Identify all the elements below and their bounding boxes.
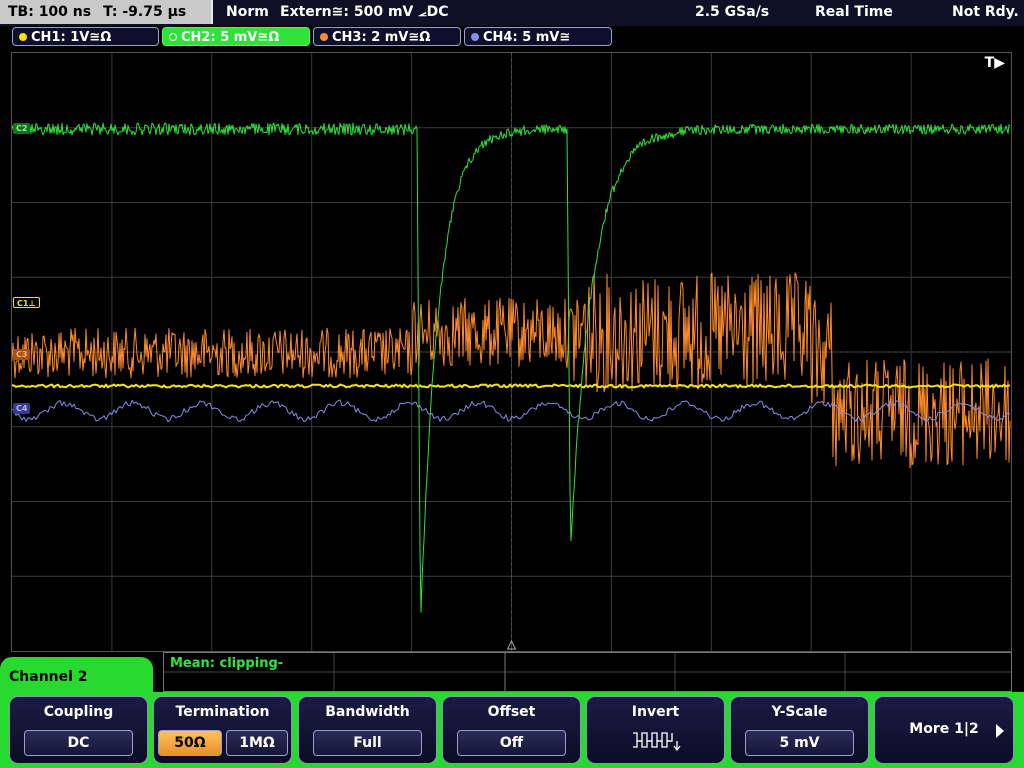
trigger-time-readout: T: -9.75 µs xyxy=(103,4,187,20)
tab-ch3[interactable]: CH3: 2 mV≅Ω xyxy=(313,27,461,46)
ch4-level-marker[interactable]: C4 xyxy=(13,403,31,414)
y-scale-value[interactable]: 5 mV xyxy=(745,730,854,756)
coupling-softkey[interactable]: Coupling DC xyxy=(9,696,148,764)
coupling-value[interactable]: DC xyxy=(24,730,133,756)
bandwidth-title: Bandwidth xyxy=(325,704,410,720)
y-scale-title: Y-Scale xyxy=(771,704,828,720)
tab-ch4[interactable]: CH4: 5 mV≅ xyxy=(464,27,612,46)
tab-ch2[interactable]: CH2: 5 mV≅Ω xyxy=(162,27,310,46)
ch2-label: CH2: 5 mV≅Ω xyxy=(181,30,280,45)
ch2-level-marker[interactable]: C2 xyxy=(13,123,31,134)
tab-ch1[interactable]: CH1: 1V≅Ω xyxy=(12,27,159,46)
trigger-mode[interactable]: Norm xyxy=(226,0,269,24)
y-scale-softkey[interactable]: Y-Scale 5 mV xyxy=(730,696,869,764)
acquisition-mode[interactable]: Real Time xyxy=(815,0,893,24)
status-bar: TB: 100 ns T: -9.75 µs Norm Extern≅: 500 … xyxy=(0,0,1024,26)
waveform-display[interactable]: T▶ C1⊥ C2 C3 C4 xyxy=(11,52,1012,652)
termination-50ohm-option[interactable]: 50Ω xyxy=(158,730,222,756)
more-softkey[interactable]: More 1|2 xyxy=(874,696,1014,764)
offset-title: Offset xyxy=(487,704,536,720)
ch3-color-icon xyxy=(320,33,328,41)
invert-title: Invert xyxy=(631,704,680,720)
trigger-source[interactable]: Extern≅: 500 mV ⦟DC xyxy=(280,0,449,24)
offset-softkey[interactable]: Offset Off xyxy=(442,696,581,764)
ch1-trace xyxy=(12,383,1011,389)
ch1-level-marker[interactable]: C1⊥ xyxy=(13,297,40,308)
offset-value[interactable]: Off xyxy=(457,730,566,756)
measurement-readout: Mean: clipping- xyxy=(170,656,284,671)
measurement-panel: Mean: clipping- xyxy=(163,652,1012,692)
ch2-color-icon xyxy=(169,33,177,41)
invert-softkey[interactable]: Invert xyxy=(586,696,725,764)
channel-menu-title: Channel 2 xyxy=(9,669,88,685)
bandwidth-softkey[interactable]: Bandwidth Full xyxy=(298,696,437,764)
timebase-readout: TB: 100 ns xyxy=(8,4,92,20)
timebase-box[interactable]: TB: 100 ns T: -9.75 µs xyxy=(0,0,213,24)
ready-state: Not Rdy. xyxy=(952,4,1019,20)
more-arrow-icon xyxy=(996,724,1004,738)
coupling-title: Coupling xyxy=(43,704,114,720)
ch1-label: CH1: 1V≅Ω xyxy=(31,30,112,45)
ch3-level-marker[interactable]: C3 xyxy=(13,349,31,360)
ch4-color-icon xyxy=(471,33,479,41)
channel-bar: CH1: 1V≅Ω CH2: 5 mV≅Ω CH3: 2 mV≅Ω CH4: 5… xyxy=(0,26,1024,49)
measurement-grid xyxy=(164,653,1011,691)
ch4-label: CH4: 5 mV≅ xyxy=(483,30,571,45)
bandwidth-value[interactable]: Full xyxy=(313,730,422,756)
termination-softkey[interactable]: Termination 50Ω 1MΩ xyxy=(153,696,292,764)
waveform-svg xyxy=(12,53,1011,651)
more-label: More 1|2 xyxy=(909,721,979,737)
termination-title: Termination xyxy=(175,704,270,720)
ch1-color-icon xyxy=(19,33,27,41)
termination-1mohm-option[interactable]: 1MΩ xyxy=(226,730,288,756)
trigger-position-icon[interactable]: T▶ xyxy=(985,55,1005,71)
ch3-label: CH3: 2 mV≅Ω xyxy=(332,30,431,45)
sample-rate[interactable]: 2.5 GSa/s xyxy=(695,0,769,24)
invert-waveform-icon xyxy=(633,732,681,751)
